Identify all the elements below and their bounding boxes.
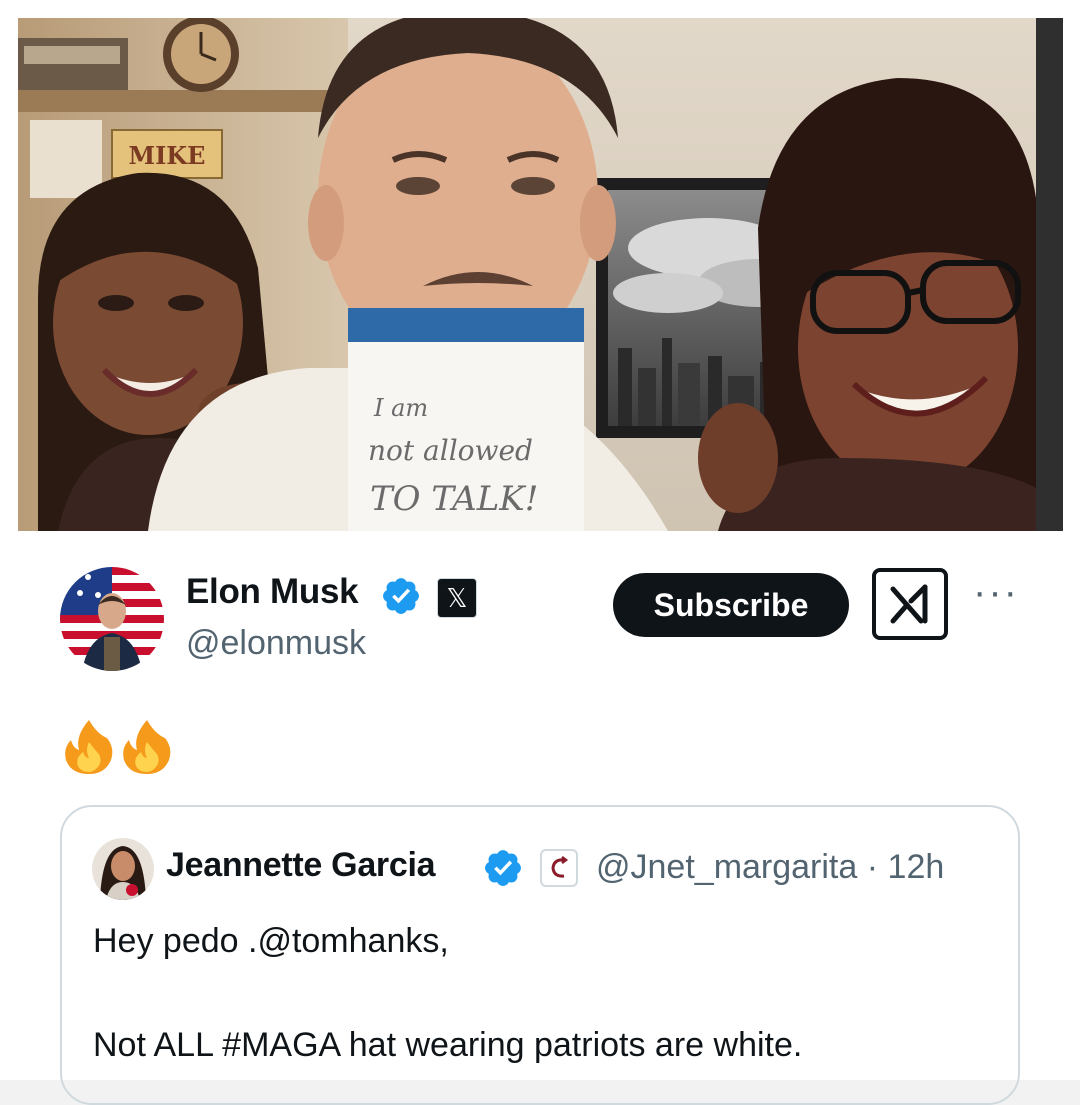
subscribe-button[interactable]: Subscribe — [613, 573, 849, 637]
avatar-image — [92, 838, 154, 900]
more-options-icon[interactable]: ··· — [970, 572, 1022, 622]
x-logo-icon[interactable]: 𝕏 — [437, 578, 477, 618]
meta-separator: · — [866, 848, 879, 886]
post-text — [63, 718, 173, 776]
fire-emoji-icon — [65, 720, 113, 774]
note-line-1: I am — [373, 394, 428, 422]
quoted-post-time[interactable]: 12h — [888, 848, 945, 886]
verified-badge-icon[interactable] — [482, 847, 524, 889]
quoted-author-handle[interactable]: @Jnet_margarita — [596, 848, 857, 886]
author-handle[interactable]: @elonmusk — [186, 624, 366, 663]
quoted-post-meta: @Jnet_margarita · 12h — [596, 848, 944, 887]
author-name[interactable]: Elon Musk — [186, 572, 359, 612]
grok-button[interactable] — [872, 568, 948, 640]
post-card: MIKE I am not allowed TO TALK! Elon Musk… — [0, 0, 1080, 1105]
note-line-3: TO TALK! — [370, 479, 538, 519]
affiliate-badge-icon[interactable] — [540, 849, 578, 887]
grok-icon — [890, 584, 928, 624]
quoted-post-text: Hey pedo .@tomhanks, Not ALL #MAGA hat w… — [93, 922, 803, 1064]
photo-illustration: MIKE I am not allowed TO TALK! — [18, 18, 1063, 531]
note-line-2: not allowed — [368, 434, 533, 467]
wall-sign-text: MIKE — [129, 141, 206, 170]
fire-emoji-icon — [123, 720, 171, 774]
post-image[interactable]: MIKE I am not allowed TO TALK! — [18, 18, 1063, 531]
quoted-author-avatar[interactable] — [92, 838, 154, 900]
verified-badge-icon[interactable] — [380, 575, 422, 617]
avatar-image — [60, 567, 164, 671]
author-avatar[interactable] — [60, 567, 164, 671]
quoted-author-name[interactable]: Jeannette Garcia — [166, 846, 436, 885]
